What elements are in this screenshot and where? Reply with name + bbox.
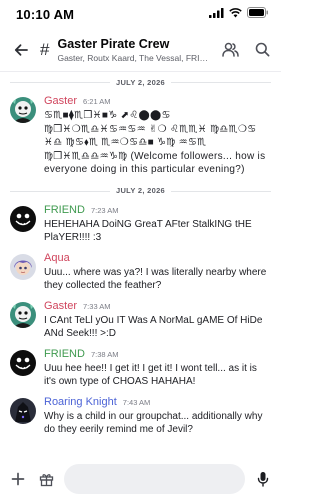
status-icons <box>209 5 269 23</box>
message-author[interactable]: Aqua <box>44 252 70 264</box>
avatar[interactable] <box>10 301 36 328</box>
message-list[interactable]: JULY 2, 2026 Gaster 6:21 AM ♋︎♏︎■︎⧫︎♏︎❒︎♓︎■… <box>0 72 281 458</box>
microphone-icon <box>257 472 269 487</box>
message[interactable]: Roaring Knight 7:43 AM Why is a child in o… <box>0 393 281 441</box>
message-input[interactable] <box>64 464 245 494</box>
arrow-left-icon <box>14 43 28 56</box>
message-meta: FRIEND 7:23 AM <box>44 204 271 216</box>
avatar[interactable] <box>10 97 36 123</box>
message-body: FRIEND 7:38 AM Uuu hee hee!! I get it! I g… <box>44 348 271 389</box>
message-meta: Gaster 6:21 AM <box>44 95 271 107</box>
date-divider: JULY 2, 2026 <box>0 72 281 92</box>
message-author[interactable]: Gaster <box>44 95 77 107</box>
message[interactable]: Gaster 7:33 AM I CAnt TeLl yOu IT Was A No… <box>0 297 281 345</box>
date-divider-label: JULY 2, 2026 <box>109 77 172 87</box>
message-author[interactable]: FRIEND <box>44 204 85 216</box>
channel-name: Gaster Pirate Crew <box>57 36 170 51</box>
message-text: Uuu hee hee!! I get it! I get it! I wont… <box>44 362 257 388</box>
message[interactable]: FRIEND 7:38 AM Uuu hee hee!! I get it! I g… <box>0 345 281 393</box>
message-meta: Gaster 7:33 AM <box>44 300 271 312</box>
message-timestamp: 6:21 AM <box>83 97 111 106</box>
message-timestamp: 7:43 AM <box>122 397 151 407</box>
gift-icon <box>39 473 53 486</box>
search-icon <box>255 42 269 57</box>
search-button[interactable] <box>253 41 271 59</box>
message-body: Aqua Uuu... where was ya?! I was literall… <box>44 252 271 293</box>
header-actions <box>221 41 271 59</box>
message-timestamp: 7:23 AM <box>90 205 119 215</box>
message-meta: Aqua <box>44 252 271 264</box>
avatar[interactable] <box>10 205 36 232</box>
message[interactable]: FRIEND 7:23 AM HEHEHAHA DoiNG GreaT AFter … <box>0 201 281 249</box>
message-text: ♋︎♏︎■︎⧫︎♏︎❒︎♓︎■︎♑︎ ⬈︎♌︎⬤︎⬤︎♋︎ ♍︎❒︎♓︎❍︎♏︎… <box>44 110 266 175</box>
avatar[interactable] <box>10 349 36 376</box>
attach-button[interactable] <box>8 469 28 489</box>
members-button[interactable] <box>221 41 239 59</box>
message-timestamp: 7:38 AM <box>90 349 119 359</box>
message-body: Gaster 6:21 AM ♋︎♏︎■︎⧫︎♏︎❒︎♓︎■︎♑︎ ⬈︎♌︎⬤︎⬤︎… <box>44 95 271 177</box>
channel-hash-icon: # <box>40 39 50 59</box>
status-bar: 10:10 AM <box>0 0 281 28</box>
message-body: FRIEND 7:23 AM HEHEHAHA DoiNG GreaT AFter … <box>44 204 271 245</box>
voice-button[interactable] <box>253 469 273 489</box>
message-text: Why is a child in our groupchat... addit… <box>44 410 263 436</box>
message-meta: FRIEND 7:38 AM <box>44 348 271 360</box>
message-text: HEHEHAHA DoiNG GreaT AFter StalkING tHE … <box>44 218 252 244</box>
message-composer <box>0 458 281 500</box>
members-icon <box>221 42 239 57</box>
message-text: Uuu... where was ya?! I was literally ne… <box>44 266 267 292</box>
battery-icon <box>247 5 269 23</box>
message-meta: Roaring Knight 7:43 AM <box>44 396 271 408</box>
date-divider: JULY 2, 2026 <box>0 181 281 201</box>
channel-header: # Gaster Pirate Crew Gaster, Routx Kaard… <box>0 28 281 72</box>
message-author[interactable]: Gaster <box>44 300 77 312</box>
gift-button[interactable] <box>36 469 56 489</box>
avatar[interactable] <box>10 253 36 280</box>
status-time: 10:10 AM <box>16 6 75 22</box>
message-body: Gaster 7:33 AM I CAnt TeLl yOu IT Was A No… <box>44 300 271 341</box>
avatar[interactable] <box>10 397 36 424</box>
date-divider-label: JULY 2, 2026 <box>109 186 172 195</box>
plus-icon <box>11 472 25 486</box>
message[interactable]: Aqua Uuu... where was ya?! I was literall… <box>0 249 281 297</box>
message[interactable]: Gaster 6:21 AM ♋︎♏︎■︎⧫︎♏︎❒︎♓︎■︎♑︎ ⬈︎♌︎⬤︎⬤︎… <box>0 92 281 181</box>
channel-title-block[interactable]: Gaster Pirate Crew Gaster, Routx Kaard, … <box>57 37 213 63</box>
message-timestamp: 7:33 AM <box>83 301 111 311</box>
signal-icon <box>209 5 224 23</box>
wifi-icon <box>229 5 242 23</box>
channel-members: Gaster, Routx Kaard, The Vessal, FRIEND,… <box>57 52 213 63</box>
message-author[interactable]: Roaring Knight <box>44 396 117 408</box>
message-body: Roaring Knight 7:43 AM Why is a child in o… <box>44 396 271 437</box>
message-author[interactable]: FRIEND <box>44 348 85 360</box>
back-button[interactable] <box>10 39 32 61</box>
message-text: I CAnt TeLl yOu IT Was A NorMaL gAME Of … <box>44 314 263 340</box>
